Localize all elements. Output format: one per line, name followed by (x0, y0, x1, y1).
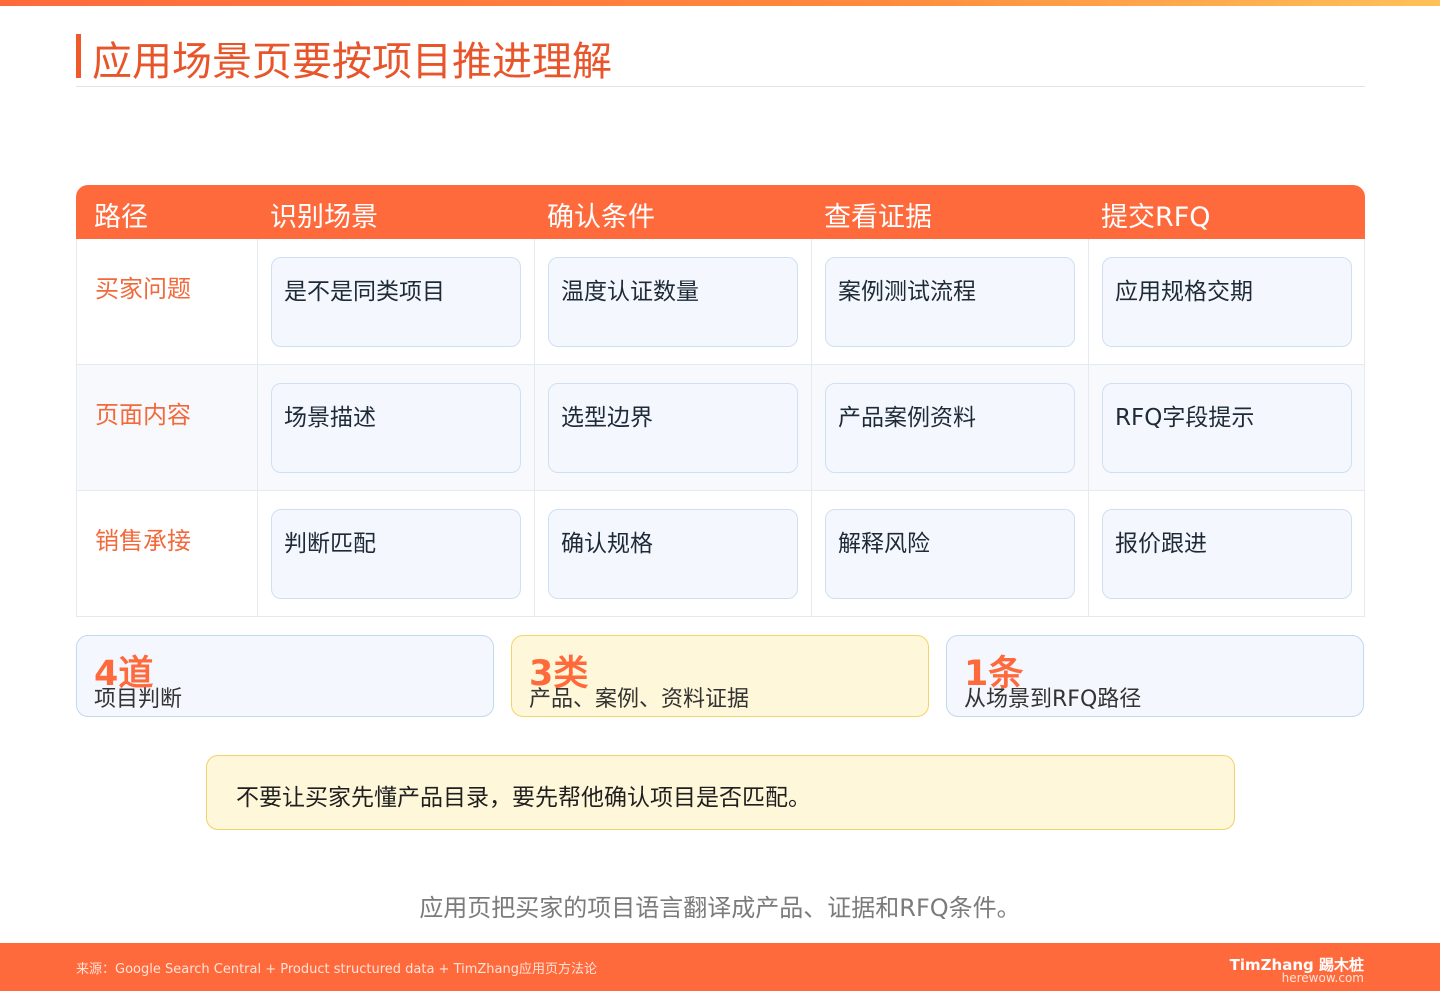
table-cell: 产品案例资料 (825, 383, 1075, 473)
stat-card-evidence: 3类 产品、案例、资料证据 (511, 635, 929, 717)
header-path: 路径 (94, 202, 148, 233)
stat-description: 从场景到RFQ路径 (964, 687, 1142, 712)
table-cell: 温度认证数量 (548, 257, 798, 347)
top-accent-bar (0, 0, 1440, 6)
table-cell: 案例测试流程 (825, 257, 1075, 347)
path-table: 路径 识别场景 确认条件 查看证据 提交RFQ 买家问题 是不是同类项目 温度认… (76, 185, 1365, 617)
row-label: 销售承接 (95, 527, 191, 555)
row-label: 页面内容 (95, 401, 191, 429)
cell-text: 解释风险 (838, 531, 930, 557)
cell-text: 场景描述 (284, 405, 376, 431)
page-title: 应用场景页要按项目推进理解 (92, 39, 612, 85)
callout-text: 不要让买家先懂产品目录，要先帮他确认项目是否匹配。 (236, 785, 811, 811)
cell-text: 案例测试流程 (838, 279, 976, 305)
cell-text: 报价跟进 (1115, 531, 1207, 557)
cell-text: RFQ字段提示 (1115, 405, 1255, 431)
footer-bar: 来源：Google Search Central + Product struc… (0, 943, 1440, 991)
table-cell: 选型边界 (548, 383, 798, 473)
footer-source: 来源：Google Search Central + Product struc… (76, 962, 597, 977)
table-row-page-content: 页面内容 场景描述 选型边界 产品案例资料 RFQ字段提示 (76, 365, 1365, 491)
key-message-callout: 不要让买家先懂产品目录，要先帮他确认项目是否匹配。 (206, 755, 1235, 830)
title-divider (76, 86, 1365, 87)
table-cell: 解释风险 (825, 509, 1075, 599)
cell-text: 产品案例资料 (838, 405, 976, 431)
header-confirm-conditions: 确认条件 (547, 202, 655, 233)
header-view-evidence: 查看证据 (824, 202, 932, 233)
cell-text: 判断匹配 (284, 531, 376, 557)
footer-site-link[interactable]: herewow.com (1282, 971, 1364, 985)
header-submit-rfq: 提交RFQ (1101, 202, 1211, 233)
summary-text: 应用页把买家的项目语言翻译成产品、证据和RFQ条件。 (419, 894, 1021, 922)
header-identify-scene: 识别场景 (270, 202, 378, 233)
row-label: 买家问题 (95, 275, 191, 303)
table-cell: 报价跟进 (1102, 509, 1352, 599)
table-cell: 应用规格交期 (1102, 257, 1352, 347)
stat-card-judgments: 4道 项目判断 (76, 635, 494, 717)
cell-text: 选型边界 (561, 405, 653, 431)
stat-card-path: 1条 从场景到RFQ路径 (946, 635, 1364, 717)
cell-text: 应用规格交期 (1115, 279, 1253, 305)
cell-text: 温度认证数量 (561, 279, 699, 305)
table-cell: 是不是同类项目 (271, 257, 521, 347)
table-cell: 场景描述 (271, 383, 521, 473)
table-header: 路径 识别场景 确认条件 查看证据 提交RFQ (76, 185, 1365, 239)
cell-text: 是不是同类项目 (284, 279, 445, 305)
table-cell: RFQ字段提示 (1102, 383, 1352, 473)
title-accent-mark (76, 34, 81, 78)
table-row-sales-handoff: 销售承接 判断匹配 确认规格 解释风险 报价跟进 (76, 491, 1365, 617)
table-cell: 确认规格 (548, 509, 798, 599)
table-row-buyer-question: 买家问题 是不是同类项目 温度认证数量 案例测试流程 应用规格交期 (76, 239, 1365, 365)
stat-description: 产品、案例、资料证据 (529, 687, 750, 712)
table-cell: 判断匹配 (271, 509, 521, 599)
cell-text: 确认规格 (561, 531, 653, 557)
stat-description: 项目判断 (94, 687, 183, 712)
